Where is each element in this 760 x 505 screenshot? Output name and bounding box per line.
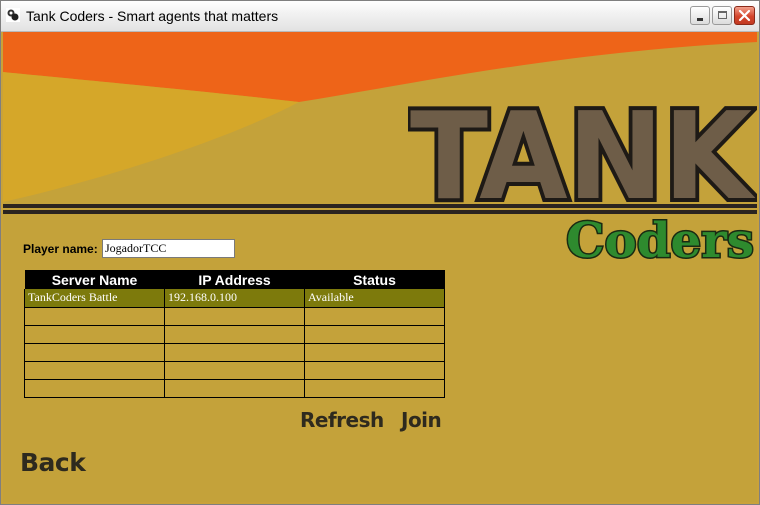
tank-coders-logo: TANK Coders (408, 98, 757, 263)
minimize-icon (697, 18, 703, 21)
maximize-icon (718, 11, 727, 19)
cell-server-name (24, 361, 165, 380)
cell-status (304, 343, 445, 362)
main-content: TANK Coders Player name: Server Name IP … (3, 32, 757, 502)
close-icon (738, 9, 751, 22)
cell-ip-address (164, 307, 305, 326)
column-header-server-name[interactable]: Server Name (24, 270, 165, 289)
back-button[interactable]: Back (20, 448, 86, 477)
window-title: Tank Coders - Smart agents that matters (26, 8, 279, 24)
table-row[interactable] (24, 325, 445, 344)
title-bar[interactable]: Tank Coders - Smart agents that matters (1, 1, 759, 32)
column-header-status[interactable]: Status (304, 270, 445, 289)
join-button[interactable]: Join (401, 408, 442, 432)
table-row[interactable] (24, 343, 445, 362)
cell-status (304, 379, 445, 398)
cell-server-name (24, 307, 165, 326)
cell-server-name (24, 379, 165, 398)
cell-ip-address (164, 361, 305, 380)
cell-ip-address (164, 343, 305, 362)
logo-coders-text: Coders (566, 213, 754, 263)
table-row[interactable] (24, 379, 445, 398)
cell-status: Available (304, 289, 445, 308)
cell-status (304, 307, 445, 326)
logo-tank-text: TANK (410, 98, 756, 227)
table-row[interactable] (24, 361, 445, 380)
cell-server-name: TankCoders Battle (24, 289, 165, 308)
cell-status (304, 361, 445, 380)
cell-status (304, 325, 445, 344)
maximize-button[interactable] (712, 6, 732, 25)
player-name-input[interactable] (102, 239, 235, 258)
cell-ip-address (164, 325, 305, 344)
table-row[interactable] (24, 307, 445, 326)
tank-app-icon (6, 8, 20, 22)
server-list-table[interactable]: Server Name IP Address Status TankCoders… (24, 270, 445, 398)
cell-ip-address: 192.168.0.100 (164, 289, 305, 308)
cell-ip-address (164, 379, 305, 398)
close-button[interactable] (734, 6, 755, 25)
cell-server-name (24, 343, 165, 362)
table-row[interactable]: TankCoders Battle 192.168.0.100 Availabl… (24, 289, 445, 308)
minimize-button[interactable] (690, 6, 710, 25)
app-window: Tank Coders - Smart agents that matters … (0, 0, 760, 505)
column-header-ip-address[interactable]: IP Address (164, 270, 305, 289)
player-name-label: Player name: (23, 242, 98, 256)
cell-server-name (24, 325, 165, 344)
refresh-button[interactable]: Refresh (300, 408, 384, 432)
table-header: Server Name IP Address Status (24, 270, 445, 289)
